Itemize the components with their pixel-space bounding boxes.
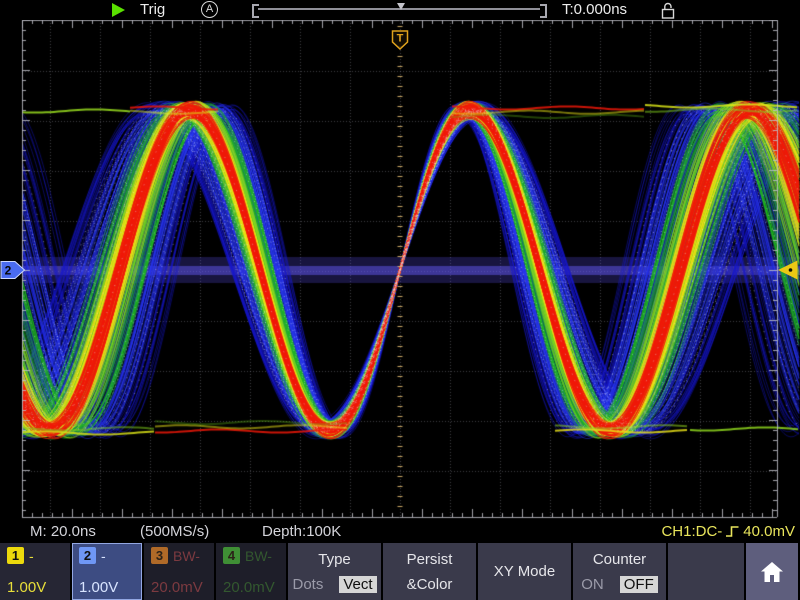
- menu-persist-color-button[interactable]: Persist &Color: [383, 543, 476, 600]
- hpos-slider-right-bracket: [540, 4, 547, 18]
- trigger-position-label: T: [397, 33, 404, 45]
- unlock-icon: [660, 2, 676, 19]
- counter-option-off[interactable]: OFF: [620, 576, 658, 593]
- channel-3-badge: 3: [151, 547, 168, 564]
- channel-4-coupling: BW-: [245, 548, 272, 564]
- persist-line2: &Color: [407, 576, 453, 593]
- timebase-readout: M: 20.0ns: [30, 523, 96, 540]
- channel-2-coupling: -: [101, 548, 106, 564]
- channel-3-scale: 20.0mV: [151, 579, 207, 596]
- ch2-level-label: 2: [5, 264, 12, 278]
- rising-edge-icon: [725, 524, 740, 539]
- trigger-position-marker[interactable]: T: [391, 30, 409, 50]
- run-state-icon: [112, 3, 125, 17]
- menu-xy-mode-button[interactable]: XY Mode: [478, 543, 571, 600]
- menu-counter-button[interactable]: Counter ON OFF: [573, 543, 666, 600]
- trigger-level-arrow[interactable]: [775, 259, 799, 281]
- counter-title: Counter: [593, 551, 646, 568]
- channel-1-scale: 1.00V: [7, 579, 63, 596]
- home-button[interactable]: [746, 543, 798, 600]
- channel-2-status[interactable]: 2 - 1.00V: [72, 543, 142, 600]
- channel-4-badge: 4: [223, 547, 240, 564]
- auto-trigger-icon: A: [201, 1, 218, 18]
- menu-type-button[interactable]: Type Dots Vect: [288, 543, 381, 600]
- trig-label: Trig: [140, 1, 165, 18]
- memory-depth-readout: Depth:100K: [262, 523, 341, 540]
- graticule-display: [0, 0, 800, 600]
- channel-1-status[interactable]: 1 - 1.00V: [0, 543, 70, 600]
- menu-empty-slot: [668, 543, 744, 600]
- trigger-source-label: CH1:DC-: [661, 523, 722, 540]
- type-option-dots[interactable]: Dots: [292, 576, 323, 593]
- channel-2-scale: 1.00V: [79, 579, 135, 596]
- hpos-slider-left-bracket: [252, 4, 259, 18]
- trigger-readout: CH1:DC- 40.0mV: [661, 523, 795, 540]
- sample-rate-readout: (500MS/s): [140, 523, 209, 540]
- counter-option-on[interactable]: ON: [581, 576, 604, 593]
- channel-3-coupling: BW-: [173, 548, 200, 564]
- acquisition-status-bar: M: 20.0ns (500MS/s) Depth:100K CH1:DC- 4…: [0, 520, 800, 543]
- xy-mode-label: XY Mode: [494, 563, 555, 580]
- channel-4-status[interactable]: 4 BW- 20.0mV: [216, 543, 286, 600]
- ch2-level-marker[interactable]: 2: [0, 260, 26, 280]
- channel-3-status[interactable]: 3 BW- 20.0mV: [144, 543, 214, 600]
- menu-type-title: Type: [318, 551, 351, 568]
- top-status-bar: Trig A T:0.000ns: [0, 0, 800, 20]
- channel-1-coupling: -: [29, 548, 34, 564]
- hpos-slider-pointer[interactable]: [397, 3, 405, 10]
- channel-4-scale: 20.0mV: [223, 579, 279, 596]
- time-offset-readout: T:0.000ns: [562, 1, 627, 18]
- channel-2-badge: 2: [79, 547, 96, 564]
- persist-line1: Persist: [407, 551, 453, 568]
- trigger-level-label: 40.0mV: [743, 523, 795, 540]
- home-icon: [760, 561, 784, 583]
- channel-1-badge: 1: [7, 547, 24, 564]
- soft-menu-bar: 1 - 1.00V 2 - 1.00V 3 BW- 20.0mV 4 BW- 2…: [0, 543, 800, 600]
- type-option-vect[interactable]: Vect: [339, 576, 376, 593]
